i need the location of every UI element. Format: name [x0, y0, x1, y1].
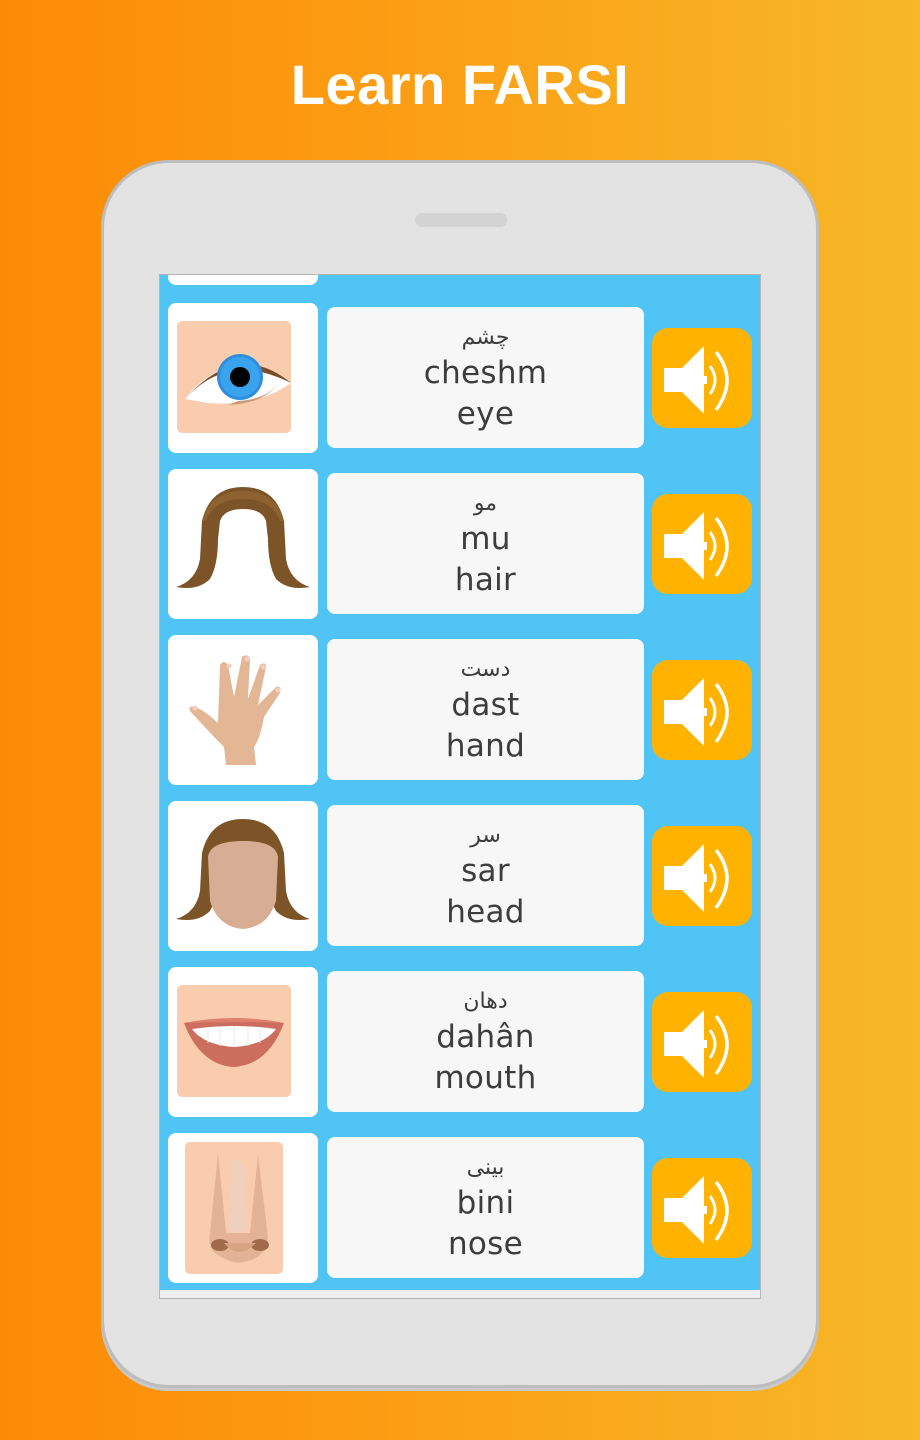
tablet-speaker-slot [415, 213, 507, 227]
image-card [168, 801, 318, 951]
speaker-icon [664, 1010, 729, 1078]
english-word: mouth [434, 1060, 537, 1096]
word-card: سر sar head [327, 805, 644, 946]
farsi-word: سر [470, 823, 501, 848]
word-card: مو mu hair [327, 473, 644, 614]
vocab-row: دست dast hand [160, 635, 760, 785]
speaker-icon [664, 512, 729, 580]
nose-picture [185, 1142, 283, 1274]
farsi-word: بینی [466, 1155, 505, 1180]
transliteration: mu [460, 521, 511, 557]
farsi-word: چشم [461, 325, 510, 350]
word-card: بینی bini nose [327, 1137, 644, 1278]
speaker-icon [664, 346, 729, 414]
english-word: nose [447, 1226, 524, 1262]
play-sound-button[interactable] [652, 328, 752, 428]
eye-picture [177, 321, 291, 433]
partial-picture [168, 274, 318, 285]
transliteration: sar [461, 853, 510, 889]
english-word: hand [445, 728, 526, 764]
image-card [168, 303, 318, 453]
farsi-word: دست [460, 657, 511, 682]
speaker-icon [664, 678, 729, 746]
app-screen: چشم cheshm eye مو mu hair دست dast hand … [159, 274, 761, 1299]
screen-footer-bar [160, 1290, 760, 1298]
image-card [168, 635, 318, 785]
image-card [168, 469, 318, 619]
english-word: hair [454, 562, 517, 598]
play-sound-button[interactable] [652, 826, 752, 926]
head-picture [176, 819, 310, 929]
farsi-word: دهان [463, 989, 508, 1014]
speaker-icon [664, 1176, 729, 1244]
play-sound-button[interactable] [652, 660, 752, 760]
word-card: دهان dahân mouth [327, 971, 644, 1112]
play-sound-button[interactable] [652, 1158, 752, 1258]
image-card [168, 1133, 318, 1283]
transliteration: dahân [436, 1019, 535, 1055]
vocab-row: چشم cheshm eye [160, 303, 760, 453]
vocab-row: مو mu hair [160, 469, 760, 619]
image-card [168, 967, 318, 1117]
hair-picture [176, 487, 310, 588]
mouth-picture [177, 985, 291, 1097]
transliteration: bini [456, 1185, 515, 1221]
farsi-word: مو [473, 491, 498, 516]
vocab-row-partial [160, 274, 760, 285]
word-card: چشم cheshm eye [327, 307, 644, 448]
vocab-row: سر sar head [160, 801, 760, 951]
vocab-row: دهان dahân mouth [160, 967, 760, 1117]
image-card [168, 274, 318, 285]
speaker-icon [664, 844, 729, 912]
word-card: دست dast hand [327, 639, 644, 780]
english-word: head [446, 894, 525, 930]
vocab-row: بینی bini nose [160, 1133, 760, 1283]
hand-picture [189, 655, 281, 765]
transliteration: dast [451, 687, 520, 723]
promo-title: Learn FARSI [290, 53, 630, 116]
play-sound-button[interactable] [652, 992, 752, 1092]
play-sound-button[interactable] [652, 494, 752, 594]
english-word: eye [456, 396, 515, 432]
transliteration: cheshm [423, 355, 548, 391]
